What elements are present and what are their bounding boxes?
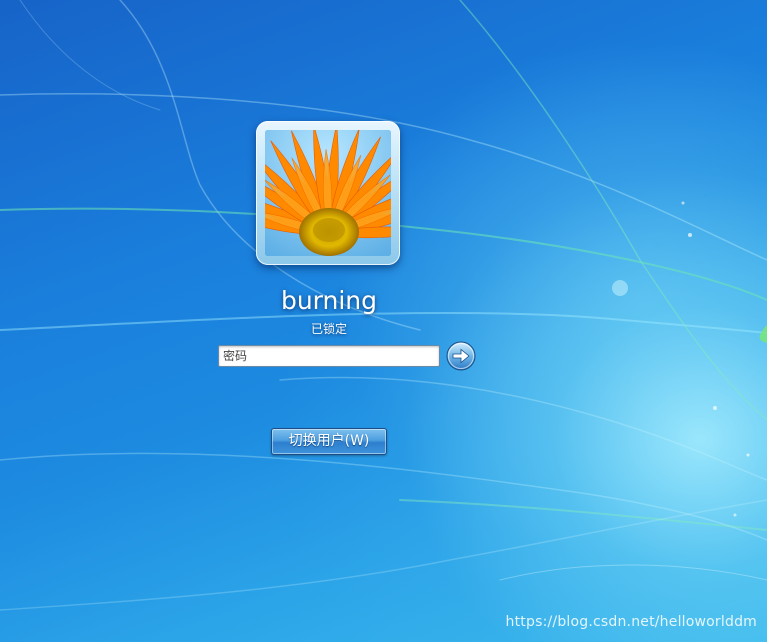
user-name: burning — [280, 286, 378, 315]
password-input[interactable] — [218, 345, 440, 367]
lock-status: 已锁定 — [310, 322, 347, 336]
switch-user-button[interactable]: 切换用户(W) — [271, 428, 387, 455]
flower-avatar-icon — [265, 130, 391, 256]
submit-arrow-button[interactable] — [446, 341, 476, 371]
user-avatar-frame — [256, 121, 400, 265]
arrow-right-icon — [446, 341, 476, 371]
watermark-text: https://blog.csdn.net/helloworlddm — [505, 614, 757, 630]
